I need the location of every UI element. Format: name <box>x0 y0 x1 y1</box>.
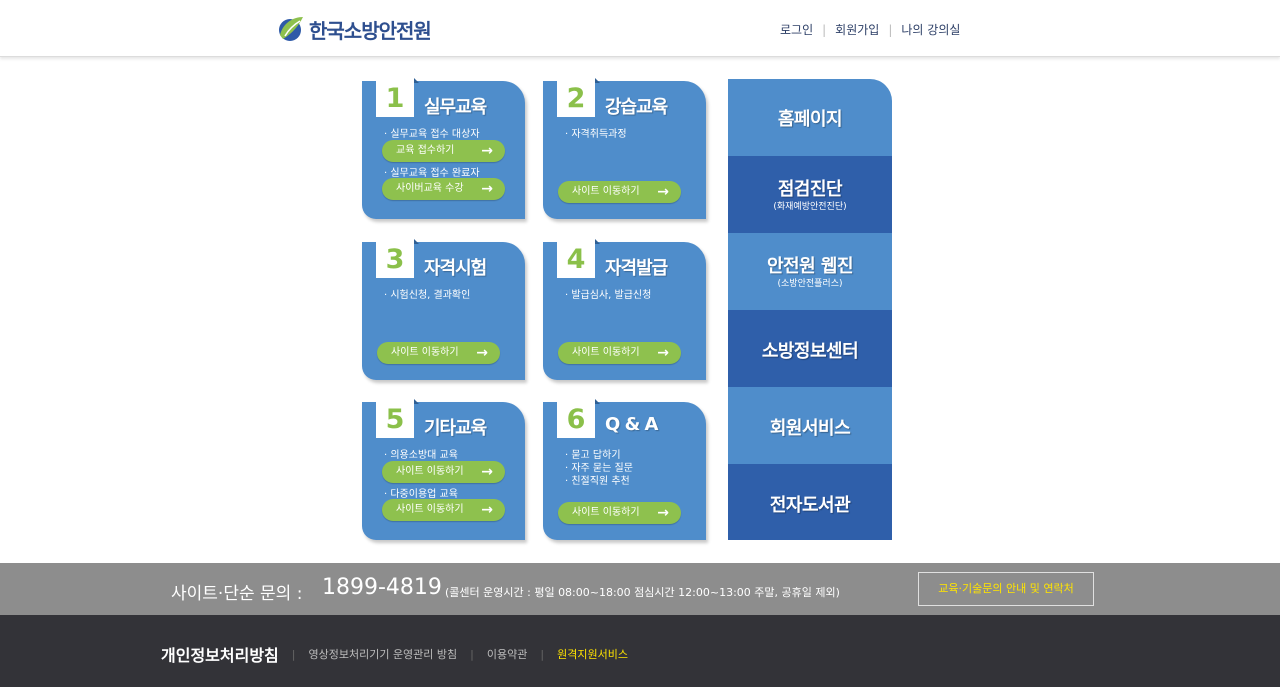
site-header: 한국소방안전원 로그인 | 회원가입 | 나의 강의실 <box>0 0 1280 57</box>
privacy-policy-link[interactable]: 개인정보처리방침 <box>161 642 279 666</box>
footer-divider: | <box>292 648 296 661</box>
nav-divider: | <box>822 23 826 37</box>
card-number: 3 <box>376 239 414 278</box>
inquiry-label: 사이트·단순 문의 : <box>171 579 302 604</box>
side-menu-homepage[interactable]: 홈페이지 <box>728 79 892 156</box>
card-bullet: · 발급심사, 발급신청 <box>565 286 651 301</box>
arrow-right-icon: → <box>481 140 493 162</box>
cyber-course-button[interactable]: 사이버교육 수강 → <box>382 178 505 200</box>
card-title: 실무교육 <box>424 93 486 119</box>
go-site-button[interactable]: 사이트 이동하기 → <box>558 342 681 364</box>
card-title: 기타교육 <box>424 414 486 440</box>
footer-divider: | <box>540 648 544 661</box>
card-title: 자격발급 <box>605 254 667 280</box>
card-other-education: 5 기타교육 · 의용소방대 교육 사이트 이동하기 → · 다중이용업 교육 … <box>362 402 525 540</box>
arrow-right-icon: → <box>481 461 493 483</box>
button-label: 사이트 이동하기 <box>396 466 464 477</box>
side-menu: 홈페이지 점검진단 (화재예방안전진단) 안전원 웹진 (소방안전플러스) 소방… <box>728 79 892 540</box>
inquiry-bar: 사이트·단순 문의 : 1899-4819 (콜센터 운영시간 : 평일 08:… <box>0 563 1280 615</box>
arrow-right-icon: → <box>481 178 493 200</box>
side-menu-member-service[interactable]: 회원서비스 <box>728 387 892 464</box>
card-number: 5 <box>376 399 414 438</box>
side-menu-fire-info-center[interactable]: 소방정보센터 <box>728 310 892 387</box>
logo-text: 한국소방안전원 <box>309 15 431 44</box>
side-menu-inspection[interactable]: 점검진단 (화재예방안전진단) <box>728 156 892 233</box>
card-title: 강습교육 <box>605 93 667 119</box>
card-bullet: · 실무교육 접수 완료자 <box>384 164 480 179</box>
card-bullet: · 다중이용업 교육 <box>384 485 458 500</box>
arrow-right-icon: → <box>476 342 488 364</box>
button-label: 사이트 이동하기 <box>572 507 640 518</box>
logo-icon <box>277 15 305 43</box>
login-link[interactable]: 로그인 <box>780 21 813 38</box>
card-qualification-exam: 3 자격시험 · 시험신청, 결과확인 사이트 이동하기 → <box>362 242 525 380</box>
button-label: 사이트 이동하기 <box>572 347 640 358</box>
side-menu-label: 안전원 웹진 <box>728 252 892 278</box>
card-certificate-issue: 4 자격발급 · 발급심사, 발급신청 사이트 이동하기 → <box>543 242 706 380</box>
card-number: 2 <box>557 78 595 117</box>
footer-divider: | <box>470 648 474 661</box>
card-bullet: · 친절직원 추천 <box>565 472 630 487</box>
card-number: 1 <box>376 78 414 117</box>
side-menu-label: 소방정보센터 <box>728 337 892 363</box>
card-number: 4 <box>557 239 595 278</box>
button-label: 사이트 이동하기 <box>396 504 464 515</box>
card-bullet: · 자격취득과정 <box>565 125 627 140</box>
go-site-button[interactable]: 사이트 이동하기 → <box>558 502 681 524</box>
side-menu-label: 회원서비스 <box>728 414 892 440</box>
cctv-policy-link[interactable]: 영상정보처리기기 운영관리 방침 <box>308 646 457 662</box>
side-menu-label: 홈페이지 <box>728 105 892 131</box>
card-title: 자격시험 <box>424 254 486 280</box>
inquiry-phone: 1899-4819 <box>322 575 442 600</box>
side-menu-sublabel: (화재예방안전진단) <box>728 199 892 212</box>
side-menu-label: 점검진단 <box>728 175 892 201</box>
button-label: 사이트 이동하기 <box>391 347 459 358</box>
signup-link[interactable]: 회원가입 <box>835 21 879 38</box>
apply-education-button[interactable]: 교육 접수하기 → <box>382 140 505 162</box>
card-bullet: · 실무교육 접수 대상자 <box>384 125 480 140</box>
go-site-button[interactable]: 사이트 이동하기 → <box>558 181 681 203</box>
card-training-course: 2 강습교육 · 자격취득과정 사이트 이동하기 → <box>543 81 706 219</box>
go-site-button[interactable]: 사이트 이동하기 → <box>377 342 500 364</box>
card-practical-education: 1 실무교육 · 실무교육 접수 대상자 교육 접수하기 → · 실무교육 접수… <box>362 81 525 219</box>
card-qna: 6 Q & A · 묻고 답하기 · 자주 묻는 질문 · 친절직원 추천 사이… <box>543 402 706 540</box>
go-site-button[interactable]: 사이트 이동하기 → <box>382 499 505 521</box>
terms-link[interactable]: 이용약관 <box>487 646 527 662</box>
side-menu-sublabel: (소방안전플러스) <box>728 276 892 289</box>
remote-support-link[interactable]: 원격지원서비스 <box>557 646 628 662</box>
arrow-right-icon: → <box>657 342 669 364</box>
top-nav: 로그인 | 회원가입 | 나의 강의실 <box>780 21 960 38</box>
arrow-right-icon: → <box>657 181 669 203</box>
button-label: 사이트 이동하기 <box>572 186 640 197</box>
button-label: 교육 접수하기 <box>396 145 454 156</box>
site-logo[interactable]: 한국소방안전원 <box>277 14 431 44</box>
card-bullet: · 의용소방대 교육 <box>384 446 458 461</box>
footer-links: 개인정보처리방침 | 영상정보처리기기 운영관리 방침 | 이용약관 | 원격지… <box>161 642 628 666</box>
contact-info-button[interactable]: 교육·기술문의 안내 및 연락처 <box>918 572 1094 606</box>
card-number: 6 <box>557 399 595 438</box>
nav-divider: | <box>888 23 892 37</box>
arrow-right-icon: → <box>657 502 669 524</box>
arrow-right-icon: → <box>481 499 493 521</box>
side-menu-label: 전자도서관 <box>728 491 892 517</box>
go-site-button[interactable]: 사이트 이동하기 → <box>382 461 505 483</box>
card-title: Q & A <box>605 414 657 435</box>
side-menu-webzine[interactable]: 안전원 웹진 (소방안전플러스) <box>728 233 892 310</box>
card-bullet: · 시험신청, 결과확인 <box>384 286 470 301</box>
side-menu-e-library[interactable]: 전자도서관 <box>728 464 892 540</box>
my-classroom-link[interactable]: 나의 강의실 <box>901 21 960 38</box>
footer: 개인정보처리방침 | 영상정보처리기기 운영관리 방침 | 이용약관 | 원격지… <box>0 615 1280 687</box>
button-label: 사이버교육 수강 <box>396 183 464 194</box>
inquiry-hours: (콜센터 운영시간 : 평일 08:00~18:00 점심시간 12:00~13… <box>445 584 840 600</box>
